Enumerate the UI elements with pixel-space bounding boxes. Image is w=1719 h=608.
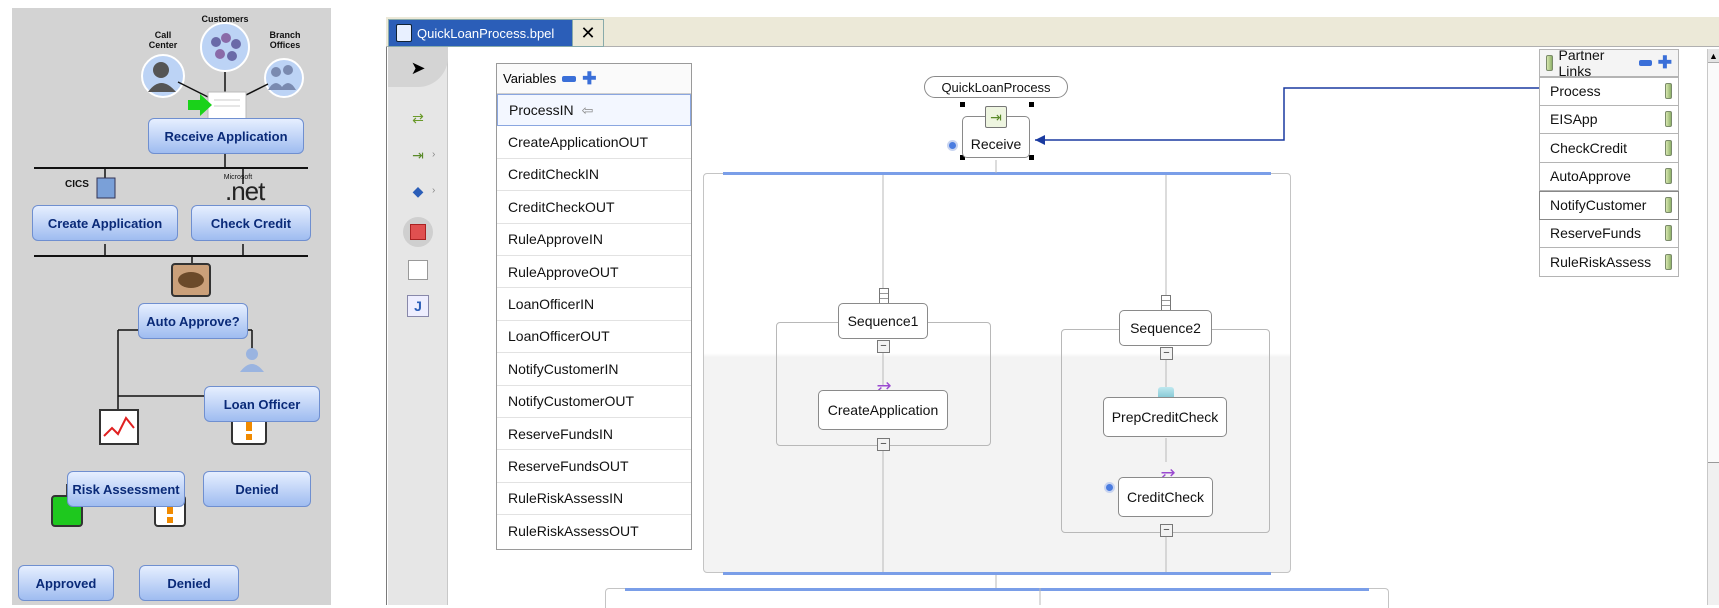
- partner-links-panel: Partner Links ✚ Process EISApp CheckCred…: [1539, 47, 1679, 279]
- collapse-icon-2[interactable]: −: [877, 438, 890, 451]
- collapse-sequence1-icon[interactable]: −: [877, 340, 890, 353]
- partner-link-icon: [1665, 197, 1672, 214]
- partner-links-title: Partner Links: [1558, 47, 1605, 79]
- scrollbar-thumb[interactable]: [1708, 63, 1719, 463]
- partner-link-item[interactable]: NotifyCustomer: [1539, 191, 1679, 220]
- partner-links-header: Partner Links ✚: [1539, 47, 1679, 79]
- partner-link-icon: [1665, 83, 1672, 100]
- partner-link-item[interactable]: Process: [1539, 77, 1679, 106]
- partner-link-icon: [1546, 55, 1553, 71]
- partner-link-icon: [1665, 111, 1672, 128]
- sequence1-node[interactable]: Sequence1: [838, 303, 928, 339]
- partner-link-item[interactable]: EISApp: [1539, 105, 1679, 134]
- vertical-scrollbar[interactable]: ▲: [1707, 49, 1719, 605]
- collapse-icon-3[interactable]: −: [1160, 524, 1173, 537]
- correlation-dot-2: [1104, 482, 1115, 493]
- partner-link-icon: [1665, 225, 1672, 242]
- partner-link-item[interactable]: RuleRiskAssess: [1539, 248, 1679, 277]
- prep-credit-check-activity[interactable]: PrepCreditCheck: [1103, 397, 1227, 437]
- collapse-icon-4[interactable]: [1639, 60, 1652, 66]
- partner-link-item[interactable]: AutoApprove: [1539, 162, 1679, 191]
- partner-link-icon: [1665, 253, 1672, 270]
- create-application-activity[interactable]: CreateApplication: [818, 390, 948, 430]
- partner-link-item[interactable]: CheckCredit: [1539, 134, 1679, 163]
- partner-link-item[interactable]: ReserveFunds: [1539, 219, 1679, 248]
- collapse-sequence2-icon[interactable]: −: [1160, 347, 1173, 360]
- partner-link-icon: [1665, 168, 1672, 185]
- credit-check-activity[interactable]: CreditCheck: [1118, 477, 1213, 517]
- scroll-up-arrow-icon[interactable]: ▲: [1708, 49, 1719, 63]
- add-partner-link-icon[interactable]: ✚: [1658, 54, 1672, 71]
- partner-link-icon: [1665, 139, 1672, 156]
- sequence2-node[interactable]: Sequence2: [1119, 310, 1212, 346]
